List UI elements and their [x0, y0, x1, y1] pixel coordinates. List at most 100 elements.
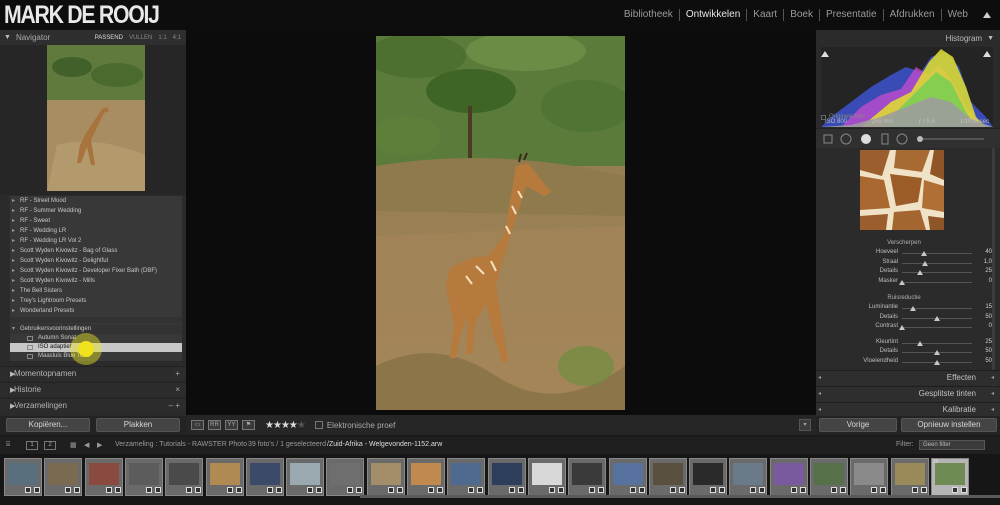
- filmstrip-thumbnail[interactable]: [608, 458, 647, 496]
- filmstrip-thumbnail[interactable]: [84, 458, 123, 496]
- filmstrip-thumbnail[interactable]: [689, 458, 728, 496]
- module-library[interactable]: Bibliotheek: [618, 9, 679, 21]
- slider-value[interactable]: 0: [989, 323, 992, 329]
- snapshots-panel-header[interactable]: ▶ Momentopnamen +: [0, 366, 186, 380]
- zoom-fit[interactable]: PASSEND: [95, 35, 123, 41]
- preset-folder[interactable]: Trey's Lightroom Presets: [10, 296, 182, 306]
- slider-value[interactable]: 50: [985, 348, 992, 354]
- slider-value[interactable]: 50: [985, 358, 992, 364]
- navigator-header[interactable]: ▼ Navigator PASSEND VULLEN 1:1 4:1: [0, 30, 186, 45]
- slider-handle[interactable]: [934, 315, 940, 321]
- rating-star[interactable]: ★: [297, 420, 306, 431]
- toolbar-menu-dropdown[interactable]: ▾: [799, 419, 811, 431]
- preset-folder[interactable]: The Bell Sisters: [10, 286, 182, 296]
- rating-star[interactable]: ★: [265, 420, 274, 431]
- slider-handle[interactable]: [909, 306, 916, 311]
- filmstrip-thumbnail[interactable]: [407, 458, 445, 496]
- original-photo-checkbox[interactable]: [821, 114, 826, 120]
- preset-folder[interactable]: Scott Wyden Kivowitz - Delightful: [10, 256, 182, 266]
- screen-1-button[interactable]: 1: [26, 441, 38, 450]
- slider-value[interactable]: 50: [985, 314, 992, 320]
- calibration-panel-header[interactable]: Kalibratie: [816, 402, 1000, 417]
- back-arrow-icon[interactable]: ◀: [84, 441, 89, 449]
- rating-star[interactable]: ★: [289, 420, 298, 431]
- module-web[interactable]: Web: [940, 9, 974, 21]
- preset-folder[interactable]: Scott Wyden Kivowitz - Developer Fixer B…: [10, 266, 182, 276]
- slider-handle[interactable]: [916, 340, 923, 346]
- slider-track[interactable]: [902, 327, 972, 328]
- filmstrip-thumbnail[interactable]: [729, 458, 768, 496]
- paste-button[interactable]: Plakken: [96, 418, 180, 432]
- slider-value[interactable]: 25: [985, 339, 992, 345]
- main-photo[interactable]: [376, 36, 625, 410]
- clear-history-button[interactable]: ×: [175, 385, 180, 394]
- module-slideshow[interactable]: Presentatie: [818, 9, 883, 21]
- slider-track[interactable]: [902, 272, 972, 273]
- preset-folder[interactable]: RF - Sweet: [10, 216, 182, 226]
- preset-folder[interactable]: RF - Summer Wedding: [10, 206, 182, 216]
- collection-actions[interactable]: – +: [169, 401, 180, 410]
- soft-proof-checkbox[interactable]: [314, 421, 323, 429]
- slider-handle[interactable]: [920, 251, 927, 256]
- copy-button[interactable]: Kopiëren...: [6, 418, 90, 432]
- filter-dropdown[interactable]: Geen filter: [919, 440, 985, 450]
- slider-handle[interactable]: [934, 350, 940, 355]
- original-photo-option[interactable]: Originele foto: [821, 114, 865, 120]
- zoom-4-1[interactable]: 4:1: [173, 35, 181, 41]
- filmstrip-thumbnail[interactable]: [568, 458, 607, 496]
- filmstrip-thumbnail[interactable]: [527, 458, 566, 496]
- module-map[interactable]: Kaart: [746, 9, 783, 21]
- slider-handle[interactable]: [916, 270, 923, 275]
- filmstrip-thumbnail-selected[interactable]: 39: [930, 458, 969, 496]
- loupe-view-button[interactable]: ▭: [191, 420, 204, 430]
- filmstrip-thumbnail[interactable]: [205, 458, 244, 496]
- slider-value[interactable]: 15: [985, 304, 992, 310]
- slider-track[interactable]: [902, 281, 972, 283]
- module-book[interactable]: Boek: [783, 9, 819, 21]
- preset-folder[interactable]: RF - Wedding LR: [10, 226, 182, 236]
- collections-panel-header[interactable]: ▶ Verzamelingen – +: [0, 398, 186, 412]
- slider-handle[interactable]: [899, 325, 905, 330]
- before-after-button[interactable]: RR: [208, 420, 221, 430]
- secondary-display-icon[interactable]: ⌸: [6, 441, 10, 449]
- screen-2-button[interactable]: 2: [44, 441, 56, 450]
- preset-folder[interactable]: Wonderland Presets: [10, 306, 182, 316]
- filmstrip-thumbnail[interactable]: [326, 458, 365, 496]
- flag-button[interactable]: ⚑: [242, 420, 255, 430]
- preset-folder[interactable]: Scott Wyden Kivowitz - Mills: [10, 276, 182, 286]
- filmstrip-thumbnail[interactable]: [890, 458, 929, 496]
- preset-folder[interactable]: RF - Wedding LR Vol 2: [10, 236, 182, 246]
- slider-value[interactable]: 25: [985, 268, 992, 274]
- filmstrip-thumbnail[interactable]: [487, 458, 526, 496]
- detail-zoom-preview[interactable]: [860, 150, 944, 230]
- filmstrip-thumbnail[interactable]: [769, 458, 808, 496]
- slider-track[interactable]: [902, 262, 972, 264]
- split-toning-panel-header[interactable]: Gesplitste tinten: [816, 386, 1000, 401]
- filmstrip-thumbnail[interactable]: [447, 458, 486, 496]
- filmstrip-thumbnail[interactable]: [245, 458, 284, 496]
- navigator-thumbnail[interactable]: [47, 45, 145, 191]
- filmstrip-thumbnail[interactable]: [44, 458, 83, 496]
- filmstrip-thumbnail[interactable]: [850, 458, 889, 496]
- user-presets-folder[interactable]: Gebruikersvoorinstellingen: [10, 324, 182, 334]
- slider-track[interactable]: [902, 253, 972, 254]
- rating-stars[interactable]: ★★★★★: [265, 420, 306, 431]
- forward-arrow-icon[interactable]: ▶: [97, 441, 102, 449]
- slider-track[interactable]: [902, 342, 972, 344]
- preset-folder[interactable]: RF - Street Mood: [10, 196, 182, 206]
- filmstrip-thumbnail[interactable]: [286, 458, 325, 496]
- filmstrip-thumbnail[interactable]: [165, 458, 204, 496]
- grid-view-icon[interactable]: ▦: [70, 441, 77, 449]
- slider-value[interactable]: 40: [985, 249, 992, 255]
- filmstrip-thumbnail[interactable]: [810, 458, 848, 496]
- history-panel-header[interactable]: ▶ Historie ×: [0, 382, 186, 396]
- source-path[interactable]: Verzameling : Tutorials - RAWSTER Photo: [115, 441, 247, 448]
- filmstrip-scrollbar[interactable]: [360, 495, 1000, 498]
- slider-value[interactable]: 1,0: [984, 259, 992, 265]
- filmstrip-thumbnail[interactable]: [124, 458, 163, 496]
- zoom-1-1[interactable]: 1:1: [158, 35, 166, 41]
- module-develop[interactable]: Ontwikkelen: [678, 9, 746, 21]
- cloud-sync-icon[interactable]: [981, 10, 993, 20]
- zoom-fill[interactable]: VULLEN: [129, 35, 152, 41]
- add-snapshot-button[interactable]: +: [175, 369, 180, 378]
